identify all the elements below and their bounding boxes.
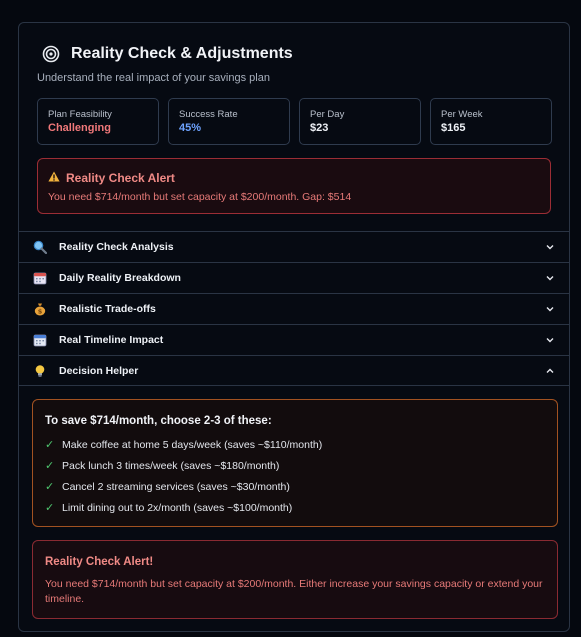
accordion-real-timeline-impact[interactable]: Real Timeline Impact	[19, 324, 569, 355]
alert-text: You need $714/month but set capacity at …	[48, 191, 352, 203]
accordion-reality-check-analysis[interactable]: Reality Check Analysis	[19, 231, 569, 262]
stat-plan-feasibility: Plan Feasibility Challenging	[37, 98, 159, 145]
chevron-down-icon	[546, 245, 554, 250]
chevron-down-icon	[546, 276, 554, 281]
list-item: ✓ Limit dining out to 2x/month (saves ~$…	[45, 497, 545, 518]
calendar-icon	[33, 333, 47, 347]
list-item-text: Make coffee at home 5 days/week (saves ~…	[62, 438, 323, 451]
accordion-daily-reality-breakdown[interactable]: Daily Reality Breakdown	[19, 262, 569, 293]
stat-label: Plan Feasibility	[48, 109, 112, 120]
stat-label: Per Week	[441, 109, 483, 120]
accordion-decision-helper[interactable]: Decision Helper	[19, 355, 569, 386]
stat-value: $23	[310, 122, 329, 134]
checkmark-icon: ✓	[45, 460, 55, 472]
warning-icon	[48, 171, 60, 185]
checkmark-icon: ✓	[45, 481, 55, 493]
list-item: ✓ Cancel 2 streaming services (saves ~$3…	[45, 476, 545, 497]
decision-helper-title: To save $714/month, choose 2-3 of these:	[45, 415, 272, 427]
stat-value: Challenging	[48, 122, 111, 134]
accordion-label: Daily Reality Breakdown	[59, 272, 181, 284]
accordion-label: Realistic Trade-offs	[59, 303, 156, 315]
accordion: Reality Check Analysis Daily Reality Bre…	[19, 231, 569, 386]
stat-value: $165	[441, 122, 466, 134]
stat-per-day: Per Day $23	[299, 98, 421, 145]
stat-per-week: Per Week $165	[430, 98, 552, 145]
decision-helper-panel: To save $714/month, choose 2-3 of these:…	[32, 399, 558, 527]
lightbulb-icon	[33, 364, 47, 378]
svg-text:$: $	[38, 308, 43, 316]
chevron-up-icon	[546, 368, 554, 373]
list-item: ✓ Pack lunch 3 times/week (saves ~$180/m…	[45, 455, 545, 476]
stat-label: Per Day	[310, 109, 345, 120]
checkmark-icon: ✓	[45, 439, 55, 451]
reality-check-card: Reality Check & Adjustments Understand t…	[18, 22, 570, 632]
money-bag-icon: $	[33, 302, 47, 316]
chevron-down-icon	[546, 307, 554, 312]
reality-check-alert-detail: Reality Check Alert! You need $714/month…	[32, 540, 558, 619]
alert-header: Reality Check Alert	[48, 171, 540, 185]
list-item: ✓ Make coffee at home 5 days/week (saves…	[45, 434, 545, 455]
stats-row: Plan Feasibility Challenging Success Rat…	[37, 98, 552, 145]
calendar-icon	[33, 271, 47, 285]
accordion-label: Reality Check Analysis	[59, 241, 174, 253]
list-item-text: Pack lunch 3 times/week (saves ~$180/mon…	[62, 459, 280, 472]
accordion-realistic-trade-offs[interactable]: $ Realistic Trade-offs	[19, 293, 569, 324]
magnifier-icon	[33, 240, 47, 254]
alert-title: Reality Check Alert	[66, 171, 175, 185]
chevron-down-icon	[546, 338, 554, 343]
alert-detail-title: Reality Check Alert!	[45, 556, 154, 568]
target-icon	[41, 44, 61, 64]
stat-label: Success Rate	[179, 109, 238, 120]
accordion-label: Real Timeline Impact	[59, 334, 164, 346]
stat-success-rate: Success Rate 45%	[168, 98, 290, 145]
accordion-label: Decision Helper	[59, 364, 139, 377]
reality-check-alert: Reality Check Alert You need $714/month …	[37, 158, 551, 214]
alert-detail-text: You need $714/month but set capacity at …	[45, 578, 543, 605]
list-item-text: Cancel 2 streaming services (saves ~$30/…	[62, 480, 290, 493]
stat-value: 45%	[179, 122, 202, 134]
page-subtitle: Understand the real impact of your savin…	[37, 72, 270, 84]
page-title: Reality Check & Adjustments	[71, 45, 293, 62]
checkmark-icon: ✓	[45, 502, 55, 514]
card-header: Reality Check & Adjustments	[41, 44, 293, 64]
list-item-text: Limit dining out to 2x/month (saves ~$10…	[62, 501, 293, 514]
